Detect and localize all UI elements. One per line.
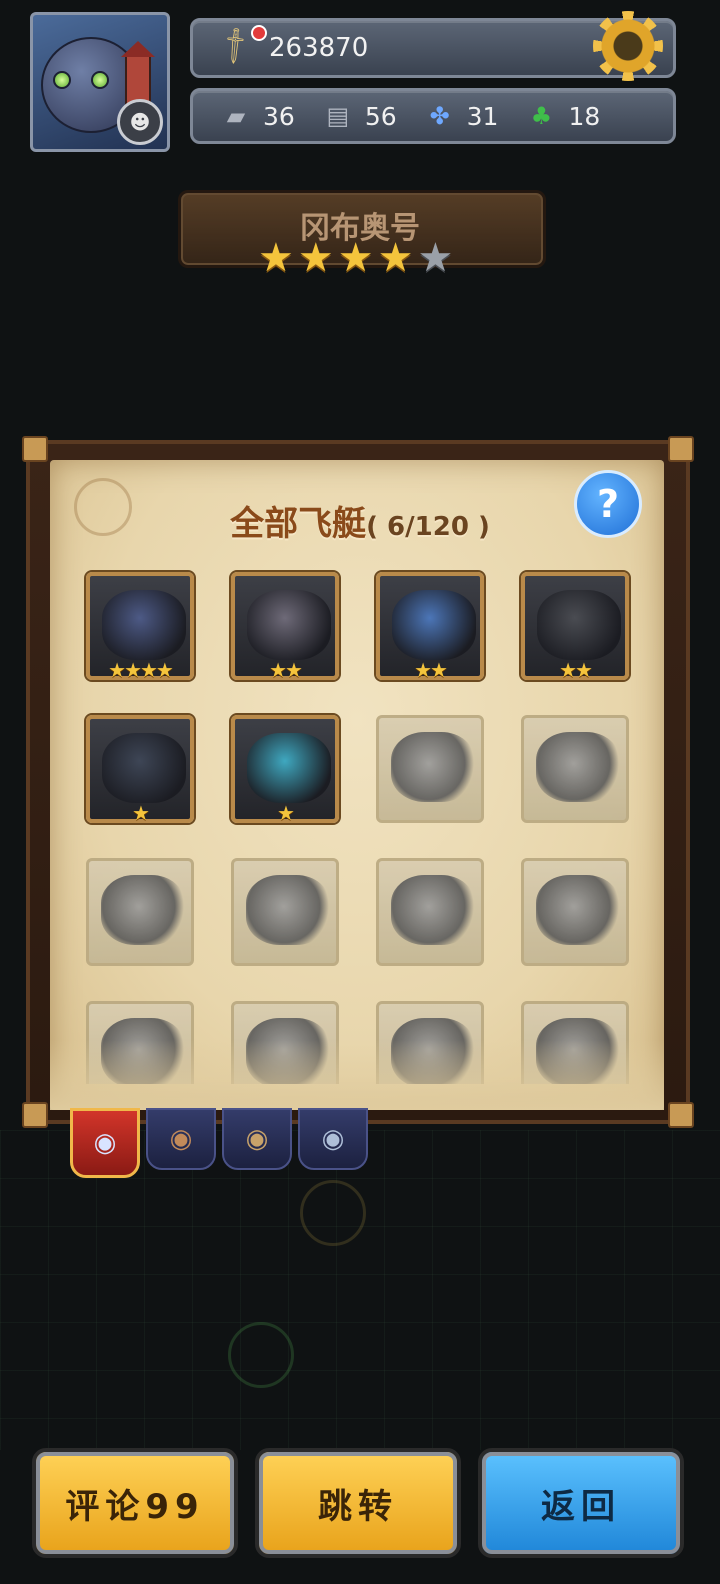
background-grid — [0, 1130, 720, 1450]
airship-icon — [246, 875, 330, 945]
back-button[interactable]: 返回 — [478, 1448, 684, 1558]
ship-card-owned[interactable]: ★★ — [231, 572, 339, 682]
ship-card-locked[interactable] — [376, 858, 484, 966]
ship-card-stars: ★★ — [414, 658, 448, 682]
ghost-decoration — [300, 1180, 366, 1246]
airship-icon — [536, 732, 620, 802]
panel-corner — [22, 1102, 48, 1128]
resource-tank: ▰ 36 — [219, 102, 295, 131]
jump-button[interactable]: 跳转 — [255, 1448, 461, 1558]
ship-card-owned[interactable]: ★★★★ — [86, 572, 194, 682]
ship-card-stars: ★★★★ — [108, 658, 174, 682]
ship-grid: ★★★★ ★★ ★★ ★★ ★ ★ — [60, 560, 660, 1084]
gear-icon[interactable] — [593, 11, 663, 81]
ship-card-locked[interactable] — [86, 858, 194, 966]
comment-button[interactable]: 评论99 — [32, 1448, 238, 1558]
airship-icon — [391, 732, 475, 802]
resource-propeller: ✤ 31 — [423, 102, 499, 131]
monkey-icon: ☻ — [117, 99, 163, 145]
ship-card-stars: ★★ — [269, 658, 303, 682]
ship-card-locked[interactable] — [376, 715, 484, 823]
category-tab[interactable]: ◉ — [146, 1108, 216, 1170]
airship-icon — [102, 733, 186, 803]
grid-fade — [50, 1040, 664, 1110]
ship-card-locked[interactable] — [231, 858, 339, 966]
propeller-icon: ✤ — [429, 102, 450, 130]
power-bar: 🗡 263870 — [190, 11, 676, 81]
resource-tank-value: 36 — [263, 101, 295, 131]
airship-eye-left — [53, 71, 71, 89]
airship-icon — [247, 590, 331, 660]
airship-icon — [536, 875, 620, 945]
category-tabs: ◉ ◉ ◉ ◉ — [70, 1108, 368, 1178]
panel-corner — [668, 436, 694, 462]
category-tab[interactable]: ◉ — [298, 1108, 368, 1170]
ship-card-owned[interactable]: ★★ — [376, 572, 484, 682]
resource-clover: ♣ 18 — [524, 101, 601, 131]
star-filled-icon: ★ — [377, 235, 414, 281]
star-filled-icon: ★ — [337, 235, 374, 281]
notification-dot — [251, 25, 267, 41]
ghost-decoration — [228, 1322, 294, 1388]
airship-icon — [537, 590, 621, 660]
help-icon[interactable]: ? — [574, 470, 642, 538]
airship-icon — [392, 590, 476, 660]
star-filled-icon: ★ — [297, 235, 334, 281]
star-filled-icon: ★ — [258, 235, 294, 281]
panel-title-text: 全部飞艇 — [230, 504, 367, 544]
ship-card-locked[interactable] — [521, 858, 629, 966]
category-tab[interactable]: ◉ — [70, 1108, 140, 1178]
ship-card-locked[interactable] — [521, 715, 629, 823]
resource-clover-value: 18 — [568, 101, 601, 131]
ship-card-owned[interactable]: ★★ — [521, 572, 629, 682]
airship-red-icon: ◉ — [93, 1128, 117, 1158]
airship-a-icon: ◉ — [169, 1124, 193, 1154]
airship-c-icon: ◉ — [321, 1124, 345, 1154]
ship-card-stars: ★ — [132, 801, 150, 825]
ship-card-owned[interactable]: ★ — [231, 715, 339, 825]
tank-icon: ▰ — [226, 102, 246, 130]
airship-icon — [102, 590, 186, 660]
resource-bar: ▰ 36 ▤ 56 ✤ 31 ♣ 18 — [190, 88, 676, 144]
panel-count: ( 6/120 ) — [366, 512, 490, 542]
panel-corner — [22, 436, 48, 462]
category-tab[interactable]: ◉ — [222, 1108, 292, 1170]
clover-icon: ♣ — [530, 102, 553, 130]
star-empty-icon: ★ — [417, 235, 454, 281]
panel-corner — [668, 1102, 694, 1128]
airship-b-icon: ◉ — [245, 1124, 269, 1154]
ship-card-stars: ★ — [277, 801, 295, 825]
airship-icon — [101, 875, 185, 945]
resource-armor: ▤ 56 — [321, 101, 397, 131]
resource-propeller-value: 31 — [466, 101, 499, 131]
airship-icon — [247, 733, 331, 803]
ship-card-owned[interactable]: ★ — [86, 715, 194, 825]
ship-star-rating: ★ ★ ★ ★ ★ — [258, 238, 453, 278]
airship-eye-right — [91, 71, 109, 89]
player-avatar[interactable]: ☻ — [30, 12, 170, 152]
resource-armor-value: 56 — [364, 101, 397, 131]
armor-plate-icon: ▤ — [326, 102, 350, 130]
airship-icon — [391, 875, 475, 945]
power-value: 263870 — [269, 33, 369, 63]
ship-card-stars: ★★ — [559, 658, 593, 682]
